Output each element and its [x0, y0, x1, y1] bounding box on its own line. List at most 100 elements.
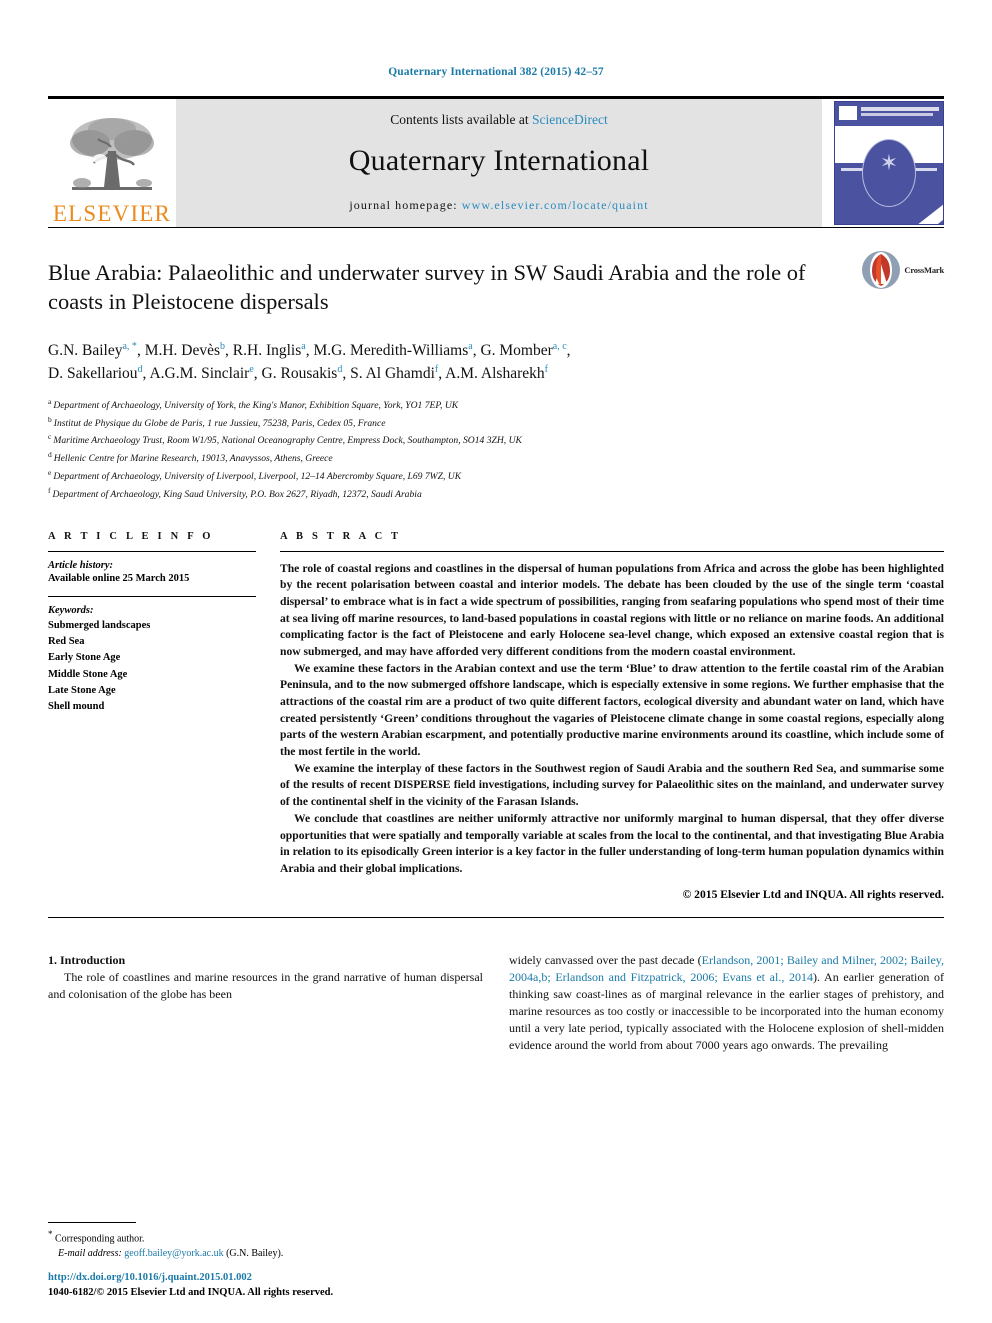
journal-homepage-line: journal homepage: www.elsevier.com/locat… — [349, 198, 648, 213]
author-item: A.M. Alsharekhf — [445, 364, 548, 382]
abstract-column: A B S T R A C T The role of coastal regi… — [280, 531, 944, 901]
author-name: G. Rousakis — [261, 365, 338, 383]
author-marks[interactable]: f — [435, 364, 438, 375]
journal-title: Quaternary International — [348, 143, 650, 177]
affiliation-mark: b — [48, 414, 52, 424]
journal-cover-thumbnail[interactable]: ✶ — [834, 101, 944, 225]
masthead-center: Contents lists available at ScienceDirec… — [176, 99, 822, 227]
email-label: E-mail address: — [58, 1247, 122, 1259]
article-history-label: Article history: — [48, 559, 114, 571]
author-name: G.N. Bailey — [48, 341, 123, 359]
abstract-paragraph: We examine these factors in the Arabian … — [280, 661, 944, 759]
author-name: R.H. Inglis — [232, 341, 302, 359]
elsevier-logo: ELSEVIER — [48, 99, 176, 227]
author-marks[interactable]: a — [468, 341, 472, 352]
affiliation-text: Department of Archaeology, University of… — [53, 471, 462, 483]
article-info-heading: A R T I C L E I N F O — [48, 530, 214, 542]
author-item: S. Al Ghamdif, — [350, 364, 443, 383]
asterisk-icon: * — [48, 1228, 53, 1239]
article-history-value: Available online 25 March 2015 — [48, 572, 190, 584]
issn-copyright-line: 1040-6182/© 2015 Elsevier Ltd and INQUA.… — [48, 1287, 334, 1299]
abstract-paragraph: The role of coastal regions and coastlin… — [280, 561, 944, 658]
author-marks[interactable]: a, c — [553, 341, 567, 352]
author-item: M.H. Devèsb, — [144, 340, 229, 359]
affiliation-mark: d — [48, 450, 52, 460]
author-name: G. Momber — [480, 341, 553, 359]
abstract-body: The role of coastal regions and coastlin… — [280, 561, 944, 878]
keywords-rule — [48, 595, 256, 597]
affiliation-text: Department of Archaeology, King Saud Uni… — [52, 488, 422, 500]
author-item: G.N. Baileya, *, — [48, 340, 141, 359]
crossmark-badge[interactable]: CrossMark — [861, 250, 944, 290]
author-item: D. Sakellarioud, — [48, 364, 147, 383]
abstract-heading: A B S T R A C T — [280, 530, 402, 542]
abstract-paragraph: We conclude that coastlines are neither … — [280, 811, 944, 875]
page-title: Blue Arabia: Palaeolithic and underwater… — [48, 260, 806, 315]
article-body: 1. Introduction The role of coastlines a… — [48, 952, 944, 1054]
homepage-url-link[interactable]: www.elsevier.com/locate/quaint — [462, 198, 649, 212]
affiliation-text: Maritime Archaeology Trust, Room W1/95, … — [53, 435, 522, 447]
affiliation-item: c Maritime Archaeology Trust, Room W1/95,… — [48, 431, 944, 449]
author-name: S. Al Ghamdi — [350, 365, 435, 383]
corresponding-author-line: * Corresponding author. — [48, 1228, 478, 1247]
author-marks[interactable]: b — [220, 341, 225, 352]
author-name: M.G. Meredith-Williams — [313, 341, 469, 359]
keyword-item: Shell mound — [48, 701, 105, 713]
author-item: M.G. Meredith-Williamsa, — [313, 340, 477, 359]
doi-link[interactable]: http://dx.doi.org/10.1016/j.quaint.2015.… — [48, 1270, 568, 1286]
running-head: Quaternary International 382 (2015) 42–5… — [388, 66, 604, 78]
keyword-item: Late Stone Age — [48, 684, 116, 696]
author-item: G. Rousakisd, — [261, 364, 347, 383]
footnote-rule — [48, 1221, 136, 1223]
author-marks[interactable]: d — [138, 364, 143, 375]
affiliation-list: a Department of Archaeology, University o… — [48, 396, 944, 503]
email-owner: (G.N. Bailey). — [226, 1247, 284, 1259]
author-marks[interactable]: d — [337, 364, 342, 375]
affiliation-mark: e — [48, 467, 52, 477]
abstract-copyright: © 2015 Elsevier Ltd and INQUA. All right… — [682, 887, 944, 901]
keywords-label: Keywords: — [48, 604, 94, 616]
contents-prefix: Contents lists available at — [390, 111, 529, 127]
affiliation-text: Department of Archaeology, University of… — [53, 400, 459, 412]
author-name: A.G.M. Sinclair — [149, 365, 250, 383]
doi-block: http://dx.doi.org/10.1016/j.quaint.2015.… — [48, 1270, 568, 1302]
cover-snowflake-icon: ✶ — [879, 150, 899, 175]
affiliation-mark: c — [48, 432, 52, 442]
sciencedirect-link[interactable]: ScienceDirect — [532, 112, 608, 127]
keywords-list: Submerged landscapes Red Sea Early Stone… — [48, 618, 256, 716]
body-column-left: 1. Introduction The role of coastlines a… — [48, 952, 483, 1054]
journal-masthead: ELSEVIER Contents lists available at Sci… — [48, 99, 944, 227]
author-name: M.H. Devès — [144, 341, 221, 359]
affiliation-text: Institut de Physique du Globe de Paris, … — [53, 417, 386, 429]
keyword-item: Red Sea — [48, 636, 85, 648]
corresponding-author-footnote: * Corresponding author. E-mail address: … — [48, 1221, 478, 1262]
affiliation-text: Hellenic Centre for Marine Research, 190… — [53, 453, 333, 465]
article-info-column: A R T I C L E I N F O Article history: A… — [48, 531, 280, 901]
keyword-item: Submerged landscapes — [48, 619, 151, 631]
body-paragraph: The role of coastlines and marine resour… — [48, 969, 483, 1001]
body-paragraph: widely canvassed over the past decade (E… — [509, 952, 944, 1054]
paragraph-pre-text: widely canvassed over the past decade ( — [509, 952, 702, 967]
cover-top-strip — [839, 106, 857, 120]
author-marks[interactable]: a — [301, 341, 305, 352]
corresponding-author-label: Corresponding author. — [55, 1233, 145, 1244]
author-marks[interactable]: a, * — [122, 341, 136, 352]
author-item: G. Mombera, c, — [480, 340, 571, 359]
body-column-right: widely canvassed over the past decade (E… — [509, 952, 944, 1054]
affiliation-item: f Department of Archaeology, King Saud Un… — [48, 485, 944, 503]
title-block: Blue Arabia: Palaeolithic and underwater… — [48, 228, 944, 503]
homepage-label: journal homepage: — [349, 197, 458, 212]
author-marks[interactable]: f — [545, 364, 548, 375]
author-list: G.N. Baileya, *, M.H. Devèsb, R.H. Ingli… — [48, 339, 944, 386]
affiliation-mark: a — [48, 396, 52, 406]
abstract-rule — [280, 550, 944, 552]
email-line: E-mail address: geoff.bailey@york.ac.uk … — [48, 1247, 478, 1262]
elsevier-wordmark: ELSEVIER — [52, 201, 172, 226]
elsevier-tree-icon — [70, 118, 154, 190]
author-name: D. Sakellariou — [48, 365, 138, 383]
author-marks[interactable]: e — [249, 364, 253, 375]
affiliation-item: e Department of Archaeology, University o… — [48, 467, 944, 485]
affiliation-item: b Institut de Physique du Globe de Paris,… — [48, 414, 944, 432]
email-link[interactable]: geoff.bailey@york.ac.uk — [124, 1248, 223, 1259]
